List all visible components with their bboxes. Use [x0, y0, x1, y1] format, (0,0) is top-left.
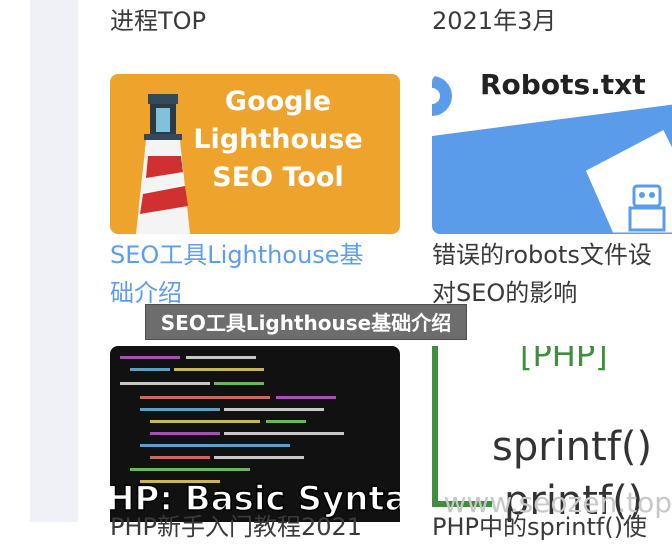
card-title-link-lighthouse[interactable]: SEO工具Lighthouse基	[110, 236, 364, 274]
thumb-text-line: Lighthouse	[193, 124, 362, 155]
thumb-text-line: sprintf()	[492, 424, 652, 470]
card-title-link-php-basic[interactable]: PHP新手入门教程2021	[110, 508, 362, 546]
thumb-text-line: SEO Tool	[212, 162, 343, 193]
card-thumbnail-lighthouse[interactable]: Google Lighthouse SEO Tool	[110, 74, 400, 234]
left-rail	[30, 0, 78, 522]
page-margin	[0, 0, 30, 522]
card-thumbnail-robots[interactable]: Robots.txt	[432, 74, 672, 234]
link-tooltip: SEO工具Lighthouse基础介绍	[145, 304, 467, 340]
card-title-link-robots[interactable]: 错误的robots文件设	[432, 236, 652, 274]
thumb-text-line: [PHP]	[520, 346, 608, 374]
card-title-top-left[interactable]: 进程TOP	[110, 2, 206, 40]
card-title-top-right[interactable]: 2021年3月	[432, 2, 556, 40]
thumb-text-line: Google	[225, 86, 331, 117]
code-editor-image: HP: Basic Synta	[110, 346, 400, 522]
thumb-heading: Robots.txt	[480, 74, 646, 101]
watermark: www.seozen.top	[443, 486, 672, 519]
card-thumbnail-php-basic[interactable]: HP: Basic Synta	[110, 346, 400, 522]
robot-icon	[628, 184, 666, 232]
